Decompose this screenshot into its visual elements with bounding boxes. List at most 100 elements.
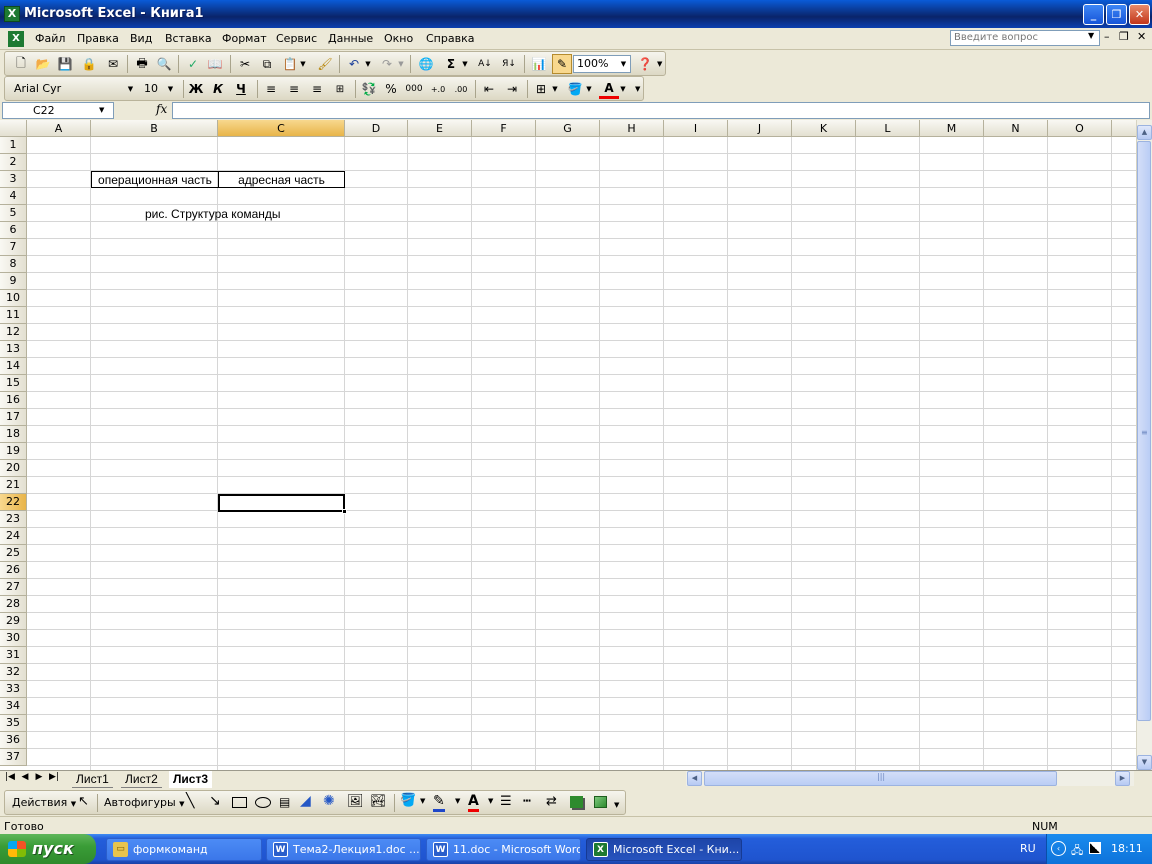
insert-picture-icon[interactable]: 🏞: [370, 794, 387, 809]
paste-icon[interactable]: 📋: [280, 54, 300, 74]
row-header-14[interactable]: 14: [0, 358, 27, 375]
workbook-icon[interactable]: X: [8, 31, 24, 47]
row-header-29[interactable]: 29: [0, 613, 27, 630]
fill-handle[interactable]: [342, 509, 347, 514]
font-dropdown-icon[interactable]: ▼: [125, 82, 136, 96]
scroll-down-button[interactable]: ▼: [1137, 755, 1152, 770]
autosum-icon[interactable]: Σ: [441, 54, 461, 74]
font-name-combo[interactable]: Arial Cyr ▼: [10, 80, 138, 98]
row-header-2[interactable]: 2: [0, 154, 27, 171]
row-header-31[interactable]: 31: [0, 647, 27, 664]
name-box[interactable]: C22 ▼: [2, 102, 114, 119]
font-color-dropdown-icon[interactable]: ▼: [619, 79, 627, 99]
row-header-15[interactable]: 15: [0, 375, 27, 392]
decrease-indent-icon[interactable]: ⇤: [479, 79, 499, 99]
zoom-combo[interactable]: 100% ▼: [573, 55, 631, 73]
redo-dropdown-icon[interactable]: ▼: [397, 54, 405, 74]
row-header-32[interactable]: 32: [0, 664, 27, 681]
column-header-o[interactable]: O: [1048, 120, 1112, 137]
first-sheet-icon[interactable]: |◀: [4, 772, 16, 782]
menu-window[interactable]: Окно: [379, 31, 418, 46]
menu-help[interactable]: Справка: [421, 31, 479, 46]
sheet-tab-3[interactable]: Лист3: [169, 771, 213, 788]
column-header-g[interactable]: G: [536, 120, 600, 137]
underline-button[interactable]: Ч: [231, 79, 251, 99]
sheet-tab-1[interactable]: Лист1: [72, 771, 113, 788]
fill-color-dropdown-icon[interactable]: ▼: [585, 79, 593, 99]
line-icon[interactable]: ╲: [186, 793, 194, 809]
row-header-30[interactable]: 30: [0, 630, 27, 647]
save-icon[interactable]: 💾: [55, 54, 75, 74]
clip-art-icon[interactable]: 🖼: [347, 794, 364, 809]
active-cell-c22[interactable]: [218, 494, 345, 512]
align-right-icon[interactable]: ≡: [307, 79, 327, 99]
column-header-c[interactable]: C: [218, 120, 345, 137]
column-header-k[interactable]: K: [792, 120, 856, 137]
menu-tools[interactable]: Сервис: [271, 31, 322, 46]
scroll-left-button[interactable]: ◀: [687, 771, 702, 786]
toolbar-options-icon[interactable]: ▼: [657, 60, 662, 68]
research-icon[interactable]: 📖: [205, 54, 225, 74]
column-header-j[interactable]: J: [728, 120, 792, 137]
tray-app-icon[interactable]: [1089, 842, 1101, 854]
scroll-up-button[interactable]: ▲: [1137, 125, 1152, 140]
cut-icon[interactable]: ✂: [235, 54, 255, 74]
close-button[interactable]: ✕: [1129, 4, 1150, 25]
row-header-17[interactable]: 17: [0, 409, 27, 426]
dash-style-icon[interactable]: ┅: [523, 794, 531, 809]
doc-minimize-button[interactable]: –: [1104, 30, 1110, 43]
row-header-3[interactable]: 3: [0, 171, 27, 188]
row-header-11[interactable]: 11: [0, 307, 27, 324]
font-size-dropdown-icon[interactable]: ▼: [165, 82, 176, 96]
borders-dropdown-icon[interactable]: ▼: [551, 79, 559, 99]
draw-fill-dropdown-icon[interactable]: ▼: [420, 797, 425, 805]
task-folder[interactable]: ▭ формкоманд: [106, 838, 262, 861]
row-header-4[interactable]: 4: [0, 188, 27, 205]
autosum-dropdown-icon[interactable]: ▼: [461, 54, 469, 74]
column-header-a[interactable]: A: [27, 120, 91, 137]
column-header-h[interactable]: H: [600, 120, 664, 137]
row-header-12[interactable]: 12: [0, 324, 27, 341]
row-header-20[interactable]: 20: [0, 460, 27, 477]
cell-b5[interactable]: рис. Структура команды: [145, 206, 281, 223]
column-header-partial[interactable]: [1112, 120, 1136, 137]
name-box-dropdown-icon[interactable]: ▼: [99, 103, 104, 118]
row-header-22[interactable]: 22: [0, 494, 27, 511]
zoom-dropdown-icon[interactable]: ▼: [618, 57, 629, 71]
row-header-1[interactable]: 1: [0, 137, 27, 154]
draw-font-color-dropdown-icon[interactable]: ▼: [488, 797, 493, 805]
row-header-10[interactable]: 10: [0, 290, 27, 307]
arrow-icon[interactable]: ↘: [209, 793, 221, 809]
cell-b3[interactable]: операционная часть: [91, 171, 219, 188]
row-header-34[interactable]: 34: [0, 698, 27, 715]
row-header-9[interactable]: 9: [0, 273, 27, 290]
vertical-scroll-thumb[interactable]: ≡: [1137, 141, 1151, 721]
draw-actions-menu[interactable]: Действия ▼: [12, 796, 76, 809]
column-header-l[interactable]: L: [856, 120, 920, 137]
font-color-icon[interactable]: A: [599, 79, 619, 99]
decrease-decimal-icon[interactable]: .00: [451, 79, 471, 99]
prev-sheet-icon[interactable]: ◀: [19, 772, 31, 782]
last-sheet-icon[interactable]: ▶|: [48, 772, 60, 782]
percent-button[interactable]: %: [381, 79, 401, 99]
menu-insert[interactable]: Вставка: [160, 31, 217, 46]
format-toolbar-options-icon[interactable]: ▼: [635, 85, 640, 93]
column-header-e[interactable]: E: [408, 120, 472, 137]
row-header-36[interactable]: 36: [0, 732, 27, 749]
sheet-tab-2[interactable]: Лист2: [121, 771, 162, 788]
row-header-28[interactable]: 28: [0, 596, 27, 613]
bold-button[interactable]: Ж: [186, 79, 206, 99]
help-dropdown-icon[interactable]: ▼: [1088, 31, 1094, 40]
language-indicator[interactable]: RU: [1020, 842, 1036, 855]
row-header-5[interactable]: 5: [0, 205, 27, 222]
arrow-style-icon[interactable]: ⇄: [546, 794, 557, 809]
row-header-7[interactable]: 7: [0, 239, 27, 256]
row-header-25[interactable]: 25: [0, 545, 27, 562]
line-color-icon[interactable]: ✎: [433, 793, 445, 812]
column-header-b[interactable]: B: [91, 120, 218, 137]
task-excel[interactable]: X Microsoft Excel - Кни...: [586, 838, 742, 861]
menu-format[interactable]: Формат: [217, 31, 272, 46]
line-color-dropdown-icon[interactable]: ▼: [455, 797, 460, 805]
align-left-icon[interactable]: ≡: [261, 79, 281, 99]
draw-toolbar-options-icon[interactable]: ▼: [614, 801, 619, 809]
